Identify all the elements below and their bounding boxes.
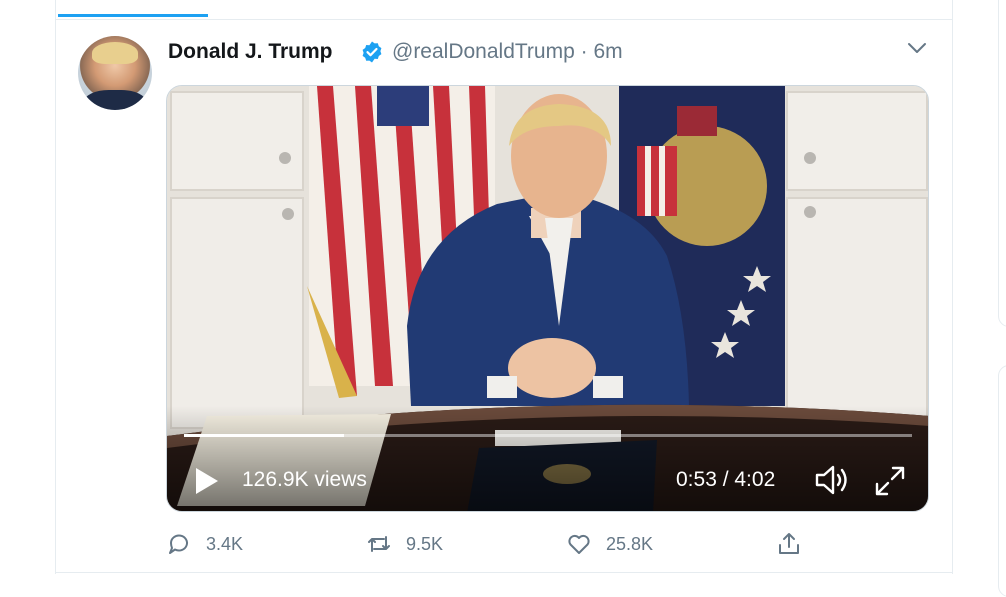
like-count: 25.8K [606, 533, 654, 554]
separator-dot: · [580, 40, 588, 63]
video-progress-bar[interactable] [184, 434, 912, 437]
sidebar-card [998, 0, 1006, 327]
avatar[interactable] [78, 36, 152, 110]
share-icon [779, 533, 799, 554]
like-button[interactable]: 25.8K [566, 530, 653, 558]
avatar-hair [92, 42, 138, 64]
share-button[interactable] [776, 530, 802, 558]
video-time: 0:53 / 4:02 [676, 468, 776, 491]
heart-icon [568, 534, 590, 554]
retweet-icon [368, 536, 390, 552]
reply-count: 3.4K [206, 533, 244, 554]
divider [56, 572, 952, 573]
sidebar-edge [998, 0, 1006, 597]
reply-icon [169, 534, 188, 554]
reply-button[interactable]: 3.4K [166, 530, 243, 558]
author-name[interactable]: Donald J. Trump [168, 38, 333, 66]
author-handle[interactable]: @realDonaldTrump [392, 40, 575, 63]
video-player[interactable] [166, 85, 929, 512]
tweet-time[interactable]: 6m [593, 40, 622, 63]
verified-badge-icon [362, 41, 382, 63]
fullscreen-icon[interactable] [874, 465, 906, 497]
video-frame [167, 86, 928, 511]
view-count: 126.9K views [242, 468, 367, 491]
video-progress-fill [184, 434, 345, 437]
retweet-count: 9.5K [406, 533, 444, 554]
sidebar-card [998, 365, 1006, 597]
active-tab-indicator [58, 14, 208, 17]
divider [56, 19, 952, 20]
play-icon[interactable] [192, 466, 220, 496]
chevron-down-icon[interactable] [906, 40, 928, 56]
handle-and-time[interactable]: @realDonaldTrump · 6m [392, 38, 623, 66]
volume-icon[interactable] [814, 464, 850, 496]
avatar-suit [84, 90, 146, 110]
retweet-button[interactable]: 9.5K [366, 530, 443, 558]
